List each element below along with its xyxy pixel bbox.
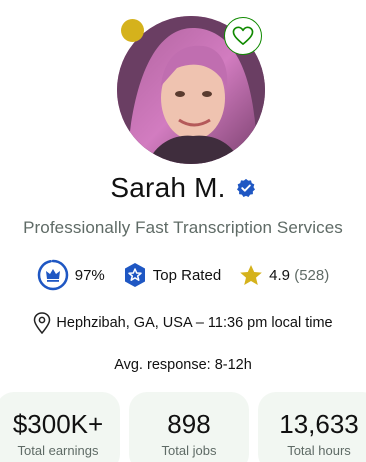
avg-response: Avg. response: 8-12h — [114, 357, 252, 373]
star-icon — [240, 264, 262, 285]
stat-card-earnings: $300K+ Total earnings — [0, 392, 120, 462]
verified-check-icon — [236, 178, 255, 197]
top-rated-label: Top Rated — [152, 266, 222, 284]
stat-card-value: 898 — [167, 409, 211, 439]
job-success-value: 97% — [74, 266, 105, 284]
profile-name: Sarah M. — [110, 172, 226, 203]
stat-card-hours: 13,633 Total hours — [258, 392, 366, 462]
name-row: Sarah M. — [0, 168, 366, 208]
job-success-ring — [37, 259, 68, 291]
stat-card-label: Total earnings — [17, 443, 99, 458]
profile-tagline: Professionally Fast Transcription Servic… — [23, 218, 343, 237]
stat-card-jobs: 898 Total jobs — [129, 392, 249, 462]
location-row: Hephzibah, GA, USA – 11:36 pm local time — [0, 311, 366, 335]
badges-row: 97% Top Rated 4.9 (528) — [0, 259, 366, 291]
favorite-button[interactable] — [224, 17, 262, 55]
location-pin-icon — [34, 312, 51, 334]
stat-card-label: Total hours — [287, 443, 351, 458]
stat-card-label: Total jobs — [161, 443, 217, 458]
stats-cards: $300K+ Total earnings 898 Total jobs 13,… — [0, 392, 366, 462]
rating-value: 4.9 — [269, 266, 291, 284]
job-success-score: 97% — [37, 259, 105, 291]
stat-card-value: $300K+ — [12, 409, 104, 439]
rating: 4.9 (528) — [239, 264, 329, 287]
star-badge-icon — [124, 263, 145, 287]
top-rated-badge: Top Rated — [123, 262, 221, 288]
heart-icon — [232, 26, 254, 45]
rating-count: (528) — [294, 266, 330, 284]
online-status-dot — [121, 19, 144, 42]
location-text: Hephzibah, GA, USA – 11:36 pm local time — [56, 315, 333, 331]
stat-card-value: 13,633 — [279, 409, 359, 439]
crown-icon — [45, 269, 60, 282]
